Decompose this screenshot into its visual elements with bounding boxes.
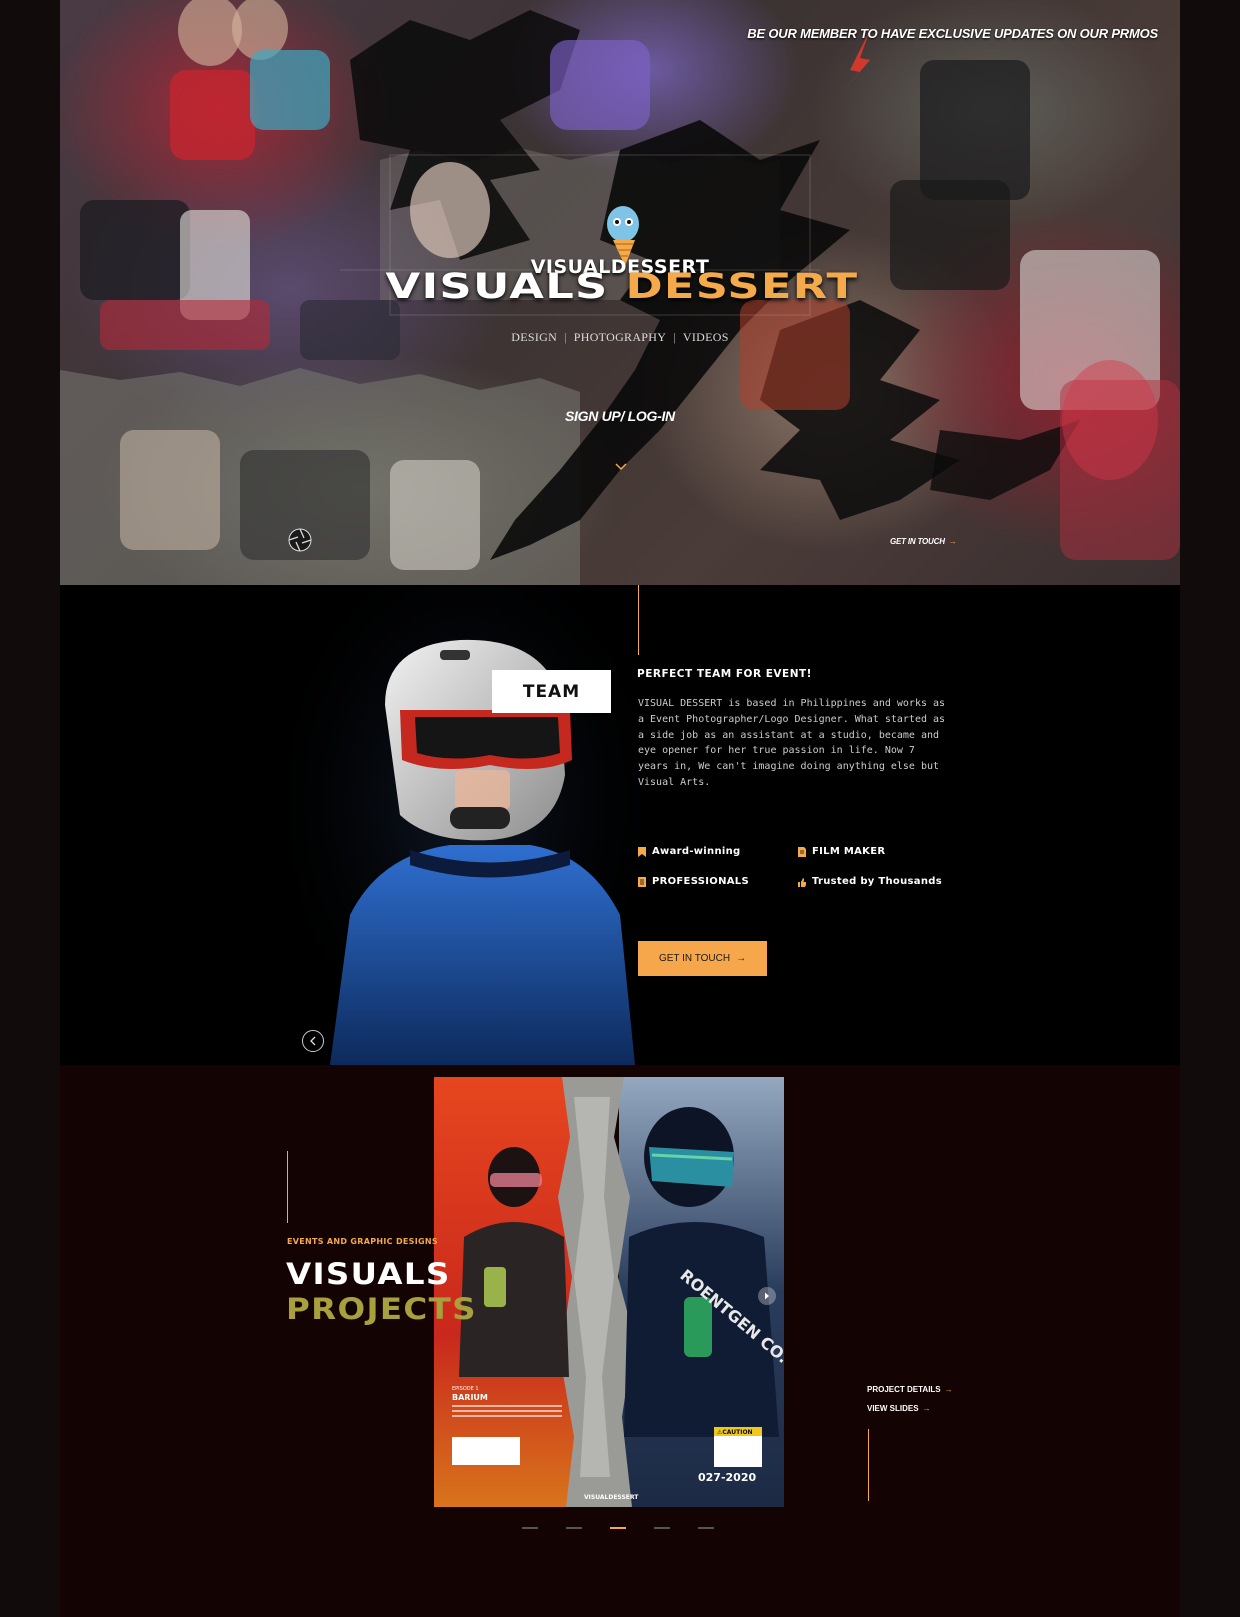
poster-footer-text: VISUALDESSERT — [584, 1494, 639, 1501]
feature-trusted: Trusted by Thousands — [798, 876, 942, 887]
projects-title-line1: VISUALS — [286, 1257, 451, 1291]
feature-label: FILM MAKER — [812, 846, 886, 857]
divider-line — [287, 1151, 288, 1223]
nav-link-photography[interactable]: PHOTOGRAPHY — [574, 330, 666, 344]
pagination-dot[interactable] — [654, 1527, 670, 1529]
signup-login-link[interactable]: SIGN UP/ LOG-IN — [565, 408, 675, 424]
projects-section: ROENTGEN CO. EPISODE 1 BARIUM ⚠CAUTION 0… — [60, 1065, 1180, 1617]
team-heading: PERFECT TEAM FOR EVENT! — [637, 668, 812, 680]
team-section: TEAM PERFECT TEAM FOR EVENT! VISUAL DESS… — [60, 585, 1180, 1065]
feature-professionals: PROFESSIONALS — [638, 876, 749, 887]
view-slides-link[interactable]: VIEW SLIDES → — [867, 1404, 931, 1413]
document-icon — [798, 846, 806, 857]
hero-nav: DESIGN | PHOTOGRAPHY | VIDEOS — [60, 330, 1180, 345]
projects-title-line2: PROJECTS — [286, 1292, 477, 1326]
logo-word-dessert: DESSERT — [625, 267, 859, 307]
team-badge: TEAM — [492, 670, 611, 713]
feature-label: PROFESSIONALS — [652, 876, 749, 887]
logo-wordmark[interactable]: VISUALS DESSERT — [60, 267, 1180, 307]
poster-heading-text: BARIUM — [452, 1393, 488, 1402]
chevron-left-icon — [310, 1036, 316, 1046]
nav-link-design[interactable]: DESIGN — [511, 330, 557, 344]
feature-label: Award-winning — [652, 846, 741, 857]
projects-kicker: EVENTS AND GRAPHIC DESIGNS — [287, 1237, 438, 1246]
pagination-dot[interactable] — [698, 1527, 714, 1529]
page-frame: BE OUR MEMBER TO HAVE EXCLUSIVE UPDATES … — [60, 0, 1180, 1617]
pagination-dot-active[interactable] — [610, 1527, 626, 1529]
project-poster-image: ROENTGEN CO. EPISODE 1 BARIUM ⚠CAUTION 0… — [434, 1077, 784, 1507]
get-in-touch-label: GET IN TOUCH — [658, 953, 731, 964]
aperture-icon — [288, 528, 312, 552]
feature-label: Trusted by Thousands — [812, 876, 942, 887]
nav-separator: | — [564, 330, 567, 344]
pagination-dot[interactable] — [566, 1527, 582, 1529]
document-icon — [638, 876, 646, 887]
divider-line — [638, 585, 639, 655]
promo-banner: BE OUR MEMBER TO HAVE EXCLUSIVE UPDATES … — [747, 26, 1158, 41]
prev-slide-button[interactable] — [302, 1030, 324, 1052]
project-details-label: PROJECT DETAILS — [867, 1385, 941, 1394]
chevron-down-icon[interactable] — [615, 463, 627, 471]
nav-separator: | — [673, 330, 676, 344]
pagination-dot[interactable] — [522, 1527, 538, 1529]
logo-word-visuals: VISUALS — [385, 267, 609, 307]
project-details-link[interactable]: PROJECT DETAILS → — [867, 1385, 953, 1394]
poster-year-text: 027-2020 — [698, 1471, 756, 1484]
hero-get-in-touch-label: GET IN TOUCH — [890, 537, 945, 546]
feature-film-maker: FILM MAKER — [798, 846, 885, 857]
team-description: VISUAL DESSERT is based in Philippines a… — [638, 698, 946, 788]
view-slides-label: VIEW SLIDES — [867, 1404, 919, 1413]
bookmark-icon — [638, 846, 646, 857]
slide-pagination — [522, 1527, 714, 1529]
divider-line — [868, 1429, 869, 1501]
arrow-right-icon: → — [922, 1404, 931, 1413]
arrow-right-icon: → — [736, 953, 747, 964]
arrow-right-icon: → — [944, 1385, 953, 1394]
get-in-touch-button[interactable]: GET IN TOUCH → — [638, 941, 767, 976]
thumbs-up-icon — [798, 877, 806, 887]
poster-caution-text: ⚠CAUTION — [717, 1429, 753, 1436]
next-slide-button[interactable] — [758, 1287, 776, 1305]
team-photo — [290, 585, 640, 1065]
nav-link-videos[interactable]: VIDEOS — [683, 330, 729, 344]
chevron-right-icon — [765, 1292, 769, 1300]
poster-episode-text: EPISODE 1 — [452, 1386, 479, 1392]
hero-get-in-touch-link[interactable]: GET IN TOUCH → — [890, 537, 957, 546]
arrow-right-icon: → — [948, 537, 957, 546]
feature-award-winning: Award-winning — [638, 846, 740, 857]
hero-section: BE OUR MEMBER TO HAVE EXCLUSIVE UPDATES … — [60, 0, 1180, 585]
